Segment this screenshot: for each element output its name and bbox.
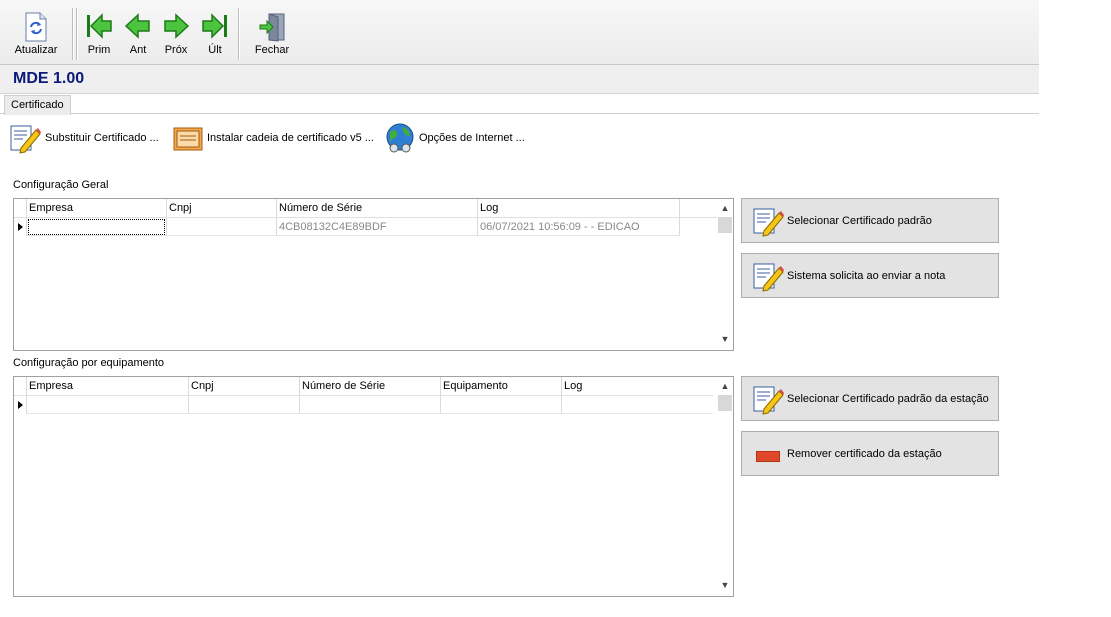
certificate-edit-icon <box>753 263 784 292</box>
select-default-certificate-button[interactable]: Selecionar Certificado padrão <box>741 198 999 243</box>
close-label: Fechar <box>254 44 290 56</box>
refresh-icon <box>25 12 47 42</box>
toolbar-separator <box>238 8 239 60</box>
tab-baseline <box>0 113 1039 114</box>
next-record-button[interactable]: Próx <box>161 10 191 60</box>
certificate-edit-icon <box>753 208 784 237</box>
system-asks-on-send-button[interactable]: Sistema solicita ao enviar a nota <box>741 253 999 298</box>
cell-serial[interactable] <box>299 396 440 414</box>
select-default-certificate-label: Selecionar Certificado padrão <box>787 215 932 227</box>
refresh-label: Atualizar <box>14 44 58 56</box>
tab-certificado[interactable]: Certificado <box>4 95 71 115</box>
scroll-down-icon[interactable]: ▼ <box>717 578 733 592</box>
grid-header: Empresa Cnpj Número de Série Equipamento… <box>14 377 713 396</box>
cell-serial[interactable]: 4CB08132C4E89BDF <box>276 218 477 236</box>
equipment-config-label: Configuração por equipamento <box>13 357 165 369</box>
next-arrow-icon <box>164 13 190 39</box>
cell-log[interactable]: 06/07/2021 10:56:09 - - EDICAO <box>477 218 680 236</box>
column-header-equipment[interactable]: Equipamento <box>440 377 561 395</box>
internet-options-action[interactable]: Opções de Internet ... <box>384 122 534 154</box>
replace-certificate-action[interactable]: Substituir Certificado ... <box>9 122 169 154</box>
column-header-serial[interactable]: Número de Série <box>299 377 440 395</box>
remove-station-certificate-label: Remover certificado da estação <box>787 448 942 460</box>
first-arrow-icon <box>87 13 112 39</box>
general-config-label: Configuração Geral <box>13 179 109 191</box>
toolbar-separator <box>72 8 73 60</box>
scroll-up-icon[interactable]: ▲ <box>717 379 733 393</box>
column-header-empresa[interactable]: Empresa <box>26 377 188 395</box>
cell-cnpj[interactable] <box>188 396 299 414</box>
toolbar: Atualizar Prim Ant Próx Últ Fechar <box>0 0 1039 65</box>
replace-certificate-label: Substituir Certificado ... <box>45 132 159 144</box>
scroll-up-icon[interactable]: ▲ <box>717 201 733 215</box>
certificate-edit-icon <box>10 125 41 154</box>
column-header-log[interactable]: Log <box>561 377 713 395</box>
install-chain-action[interactable]: Instalar cadeia de certificado v5 ... <box>172 122 382 154</box>
grid-header: Empresa Cnpj Número de Série Log <box>14 199 717 218</box>
scroll-down-icon[interactable]: ▼ <box>717 332 733 346</box>
previous-label: Ant <box>129 44 147 56</box>
vertical-scrollbar[interactable]: ▲ ▼ <box>717 377 733 594</box>
install-chain-label: Instalar cadeia de certificado v5 ... <box>207 132 374 144</box>
remove-station-certificate-button[interactable]: Remover certificado da estação <box>741 431 999 476</box>
last-record-button[interactable]: Últ <box>200 10 230 60</box>
column-header-empresa[interactable]: Empresa <box>26 199 166 217</box>
equipment-config-grid[interactable]: Empresa Cnpj Número de Série Equipamento… <box>13 376 734 597</box>
last-label: Últ <box>208 44 222 56</box>
last-arrow-icon <box>202 13 227 39</box>
remove-icon <box>756 451 780 462</box>
general-config-grid[interactable]: Empresa Cnpj Número de Série Log 4CB0813… <box>13 198 734 351</box>
cell-cnpj[interactable] <box>166 218 276 236</box>
system-asks-on-send-label: Sistema solicita ao enviar a nota <box>787 270 946 282</box>
toolbar-separator <box>76 8 77 60</box>
column-header-cnpj[interactable]: Cnpj <box>188 377 299 395</box>
row-indicator-icon <box>14 218 26 236</box>
table-row[interactable]: 4CB08132C4E89BDF 06/07/2021 10:56:09 - -… <box>14 218 717 236</box>
next-label: Próx <box>164 44 188 56</box>
close-button[interactable]: Fechar <box>250 10 294 60</box>
cell-log[interactable] <box>561 396 713 414</box>
cell-edit-focus[interactable] <box>28 219 165 235</box>
globe-icon <box>386 123 414 153</box>
cell-empresa[interactable] <box>26 396 188 414</box>
page-title: MDE 1.00 <box>13 70 85 87</box>
row-indicator-icon <box>14 396 26 414</box>
install-package-icon <box>173 127 203 151</box>
scroll-thumb[interactable] <box>718 395 732 411</box>
scroll-thumb[interactable] <box>718 217 732 233</box>
vertical-scrollbar[interactable]: ▲ ▼ <box>717 199 733 348</box>
select-station-certificate-button[interactable]: Selecionar Certificado padrão da estação <box>741 376 999 421</box>
refresh-button[interactable]: Atualizar <box>10 10 62 60</box>
select-station-certificate-label: Selecionar Certificado padrão da estação <box>787 393 989 405</box>
title-bar: MDE 1.00 <box>0 65 1039 94</box>
first-record-button[interactable]: Prim <box>84 10 114 60</box>
internet-options-label: Opções de Internet ... <box>419 132 525 144</box>
column-header-serial[interactable]: Número de Série <box>276 199 477 217</box>
cell-equipment[interactable] <box>440 396 561 414</box>
column-header-cnpj[interactable]: Cnpj <box>166 199 276 217</box>
column-header-log[interactable]: Log <box>477 199 680 217</box>
tab-label: Certificado <box>11 99 64 111</box>
exit-door-icon <box>259 13 285 42</box>
certificate-edit-icon <box>753 386 784 415</box>
previous-record-button[interactable]: Ant <box>123 10 153 60</box>
first-label: Prim <box>87 44 111 56</box>
previous-arrow-icon <box>124 13 150 39</box>
table-row[interactable] <box>14 396 713 414</box>
